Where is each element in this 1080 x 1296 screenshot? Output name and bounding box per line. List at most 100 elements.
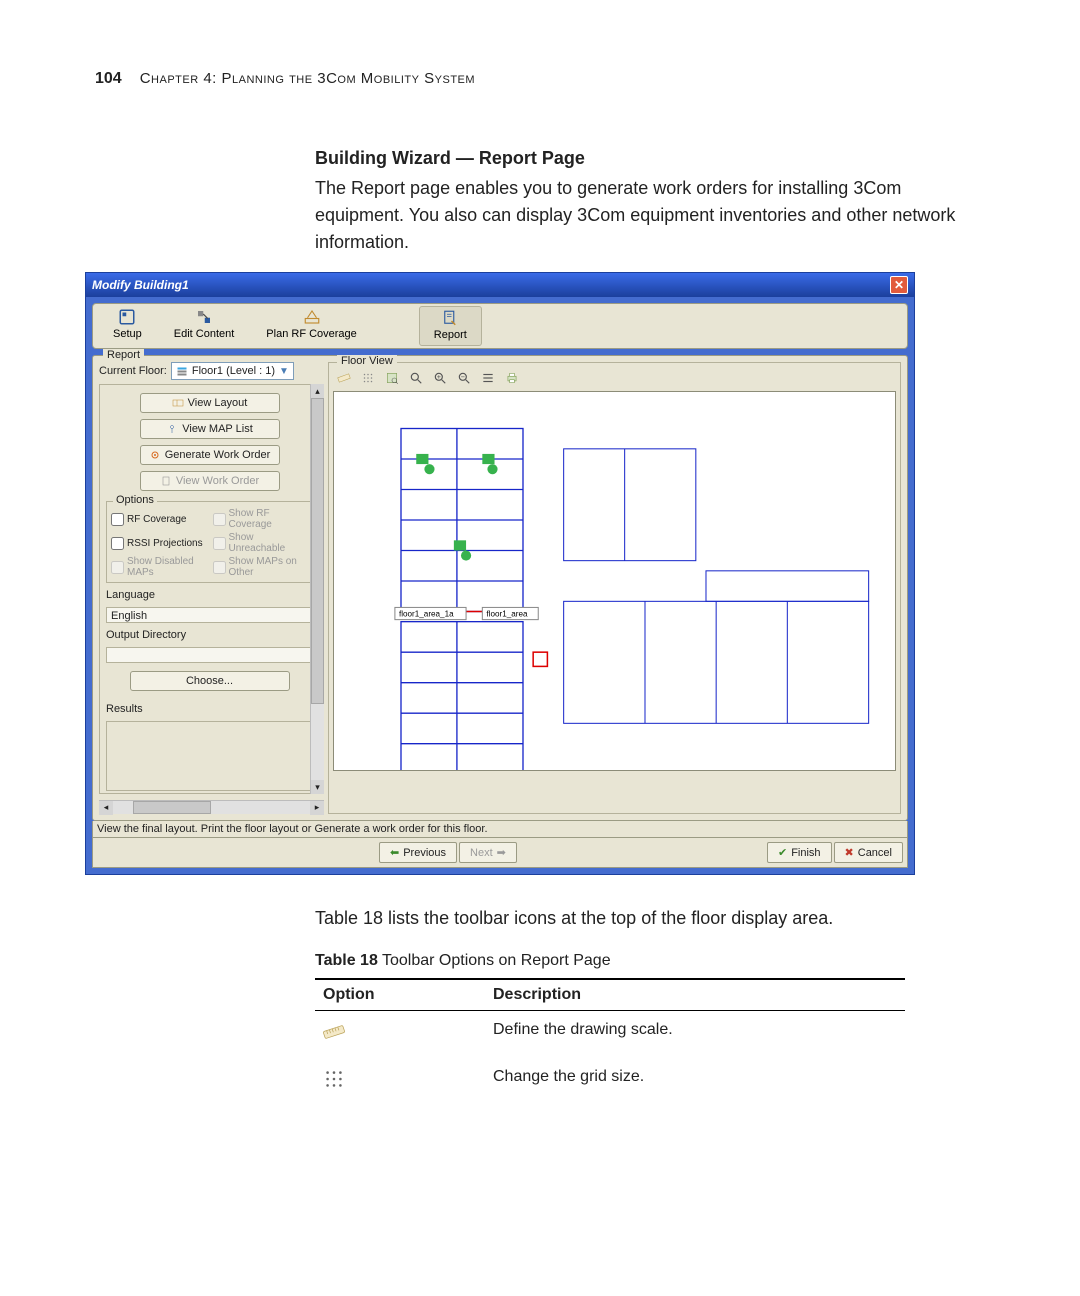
close-button[interactable]: ✕ bbox=[890, 276, 908, 294]
scroll-thumb[interactable] bbox=[311, 398, 324, 704]
tab-report-label: Report bbox=[434, 329, 467, 341]
view-map-list-button[interactable]: View MAP List bbox=[140, 419, 280, 439]
show-unreachable-label: Show Unreachable bbox=[229, 532, 309, 554]
chevron-down-icon: ▼ bbox=[279, 366, 289, 377]
scroll-left-icon[interactable]: ◂ bbox=[99, 801, 113, 815]
titlebar: Modify Building1 ✕ bbox=[86, 273, 914, 297]
next-button[interactable]: Next ➡ bbox=[459, 842, 517, 863]
scroll-down-icon[interactable]: ▾ bbox=[311, 780, 324, 794]
floor-view-toolbar bbox=[333, 367, 896, 391]
generate-work-order-label: Generate Work Order bbox=[165, 449, 271, 461]
ruler-icon[interactable] bbox=[335, 369, 353, 387]
view-work-order-label: View Work Order bbox=[176, 475, 259, 487]
report-icon bbox=[440, 309, 460, 327]
view-work-order-button[interactable]: View Work Order bbox=[140, 471, 280, 491]
list-icon[interactable] bbox=[479, 369, 497, 387]
floor-icon bbox=[176, 365, 188, 377]
current-floor-select[interactable]: Floor1 (Level : 1) ▼ bbox=[171, 362, 294, 380]
previous-button[interactable]: ⬅ Previous bbox=[379, 842, 457, 863]
floor-area-label-a: floor1_area_1a bbox=[399, 610, 454, 619]
tab-edit-content-label: Edit Content bbox=[174, 328, 235, 340]
arrow-right-icon: ➡ bbox=[497, 846, 506, 859]
table-caption: Table 18 Toolbar Options on Report Page bbox=[315, 952, 985, 970]
tab-plan-rf[interactable]: Plan RF Coverage bbox=[252, 306, 371, 346]
grid-dots-icon[interactable] bbox=[359, 369, 377, 387]
setup-icon bbox=[117, 308, 137, 326]
results-box bbox=[106, 721, 313, 791]
tab-report[interactable]: Report bbox=[419, 306, 482, 346]
output-directory-input[interactable] bbox=[106, 647, 313, 663]
rssi-projections-checkbox[interactable]: RSSI Projections bbox=[111, 532, 207, 554]
section-title: Building Wizard — Report Page bbox=[315, 148, 985, 169]
previous-label: Previous bbox=[403, 847, 446, 859]
choose-button[interactable]: Choose... bbox=[130, 671, 290, 691]
show-unreachable-checkbox: Show Unreachable bbox=[213, 532, 309, 554]
finish-label: Finish bbox=[791, 847, 820, 859]
hscroll-thumb[interactable] bbox=[133, 801, 212, 814]
show-maps-other-checkbox: Show MAPs on Other bbox=[213, 556, 309, 578]
arrow-left-icon: ⬅ bbox=[390, 846, 399, 859]
th-option: Option bbox=[315, 979, 485, 1011]
wizard-button-bar: ⬅ Previous Next ➡ ✔ Finish ✖Cancel bbox=[92, 838, 908, 868]
rf-coverage-label: RF Coverage bbox=[127, 514, 186, 525]
output-directory-label: Output Directory bbox=[106, 629, 313, 641]
floor-canvas[interactable]: floor1_area_1a floor1_area bbox=[333, 391, 896, 771]
below-paragraph: Table 18 lists the toolbar icons at the … bbox=[315, 905, 985, 932]
ruler-icon bbox=[323, 1021, 345, 1043]
finish-button[interactable]: ✔ Finish bbox=[767, 842, 832, 863]
intro-paragraph: The Report page enables you to generate … bbox=[315, 175, 985, 256]
page-number: 104 bbox=[95, 70, 122, 88]
window-title: Modify Building1 bbox=[92, 278, 189, 292]
tab-edit-content[interactable]: Edit Content bbox=[160, 306, 249, 346]
show-rf-coverage-checkbox: Show RF Coverage bbox=[213, 508, 309, 530]
tab-plan-rf-label: Plan RF Coverage bbox=[266, 328, 357, 340]
print-icon[interactable] bbox=[503, 369, 521, 387]
rf-coverage-checkbox[interactable]: RF Coverage bbox=[111, 508, 207, 530]
row-desc: Define the drawing scale. bbox=[485, 1011, 905, 1059]
generate-work-order-button[interactable]: Generate Work Order bbox=[140, 445, 280, 465]
report-legend: Report bbox=[103, 349, 144, 361]
toolbar-spacer bbox=[375, 306, 415, 346]
layout-icon bbox=[172, 397, 184, 409]
check-icon: ✔ bbox=[778, 846, 787, 859]
cancel-button[interactable]: ✖Cancel bbox=[834, 842, 903, 863]
doc-icon bbox=[160, 475, 172, 487]
floor-area-label-b: floor1_area bbox=[486, 610, 528, 619]
floorplan-svg: floor1_area_1a floor1_area bbox=[340, 398, 889, 771]
next-label: Next bbox=[470, 847, 493, 859]
zoom-in-icon[interactable] bbox=[431, 369, 449, 387]
gear-orange-icon bbox=[149, 449, 161, 461]
tab-setup-label: Setup bbox=[113, 328, 142, 340]
left-hscrollbar[interactable]: ◂ ▸ bbox=[99, 800, 324, 814]
zoom-fit-icon[interactable] bbox=[383, 369, 401, 387]
x-icon: ✖ bbox=[845, 846, 854, 859]
show-rf-coverage-label: Show RF Coverage bbox=[229, 508, 309, 530]
grid-dots-icon bbox=[323, 1068, 345, 1090]
table-caption-rest: Toolbar Options on Report Page bbox=[378, 952, 611, 969]
zoom-icon[interactable] bbox=[407, 369, 425, 387]
language-label: Language bbox=[106, 589, 313, 601]
current-floor-label: Current Floor: bbox=[99, 365, 167, 377]
edit-content-icon bbox=[194, 308, 214, 326]
choose-label: Choose... bbox=[186, 675, 233, 687]
status-bar: View the final layout. Print the floor l… bbox=[92, 821, 908, 838]
results-label: Results bbox=[106, 703, 313, 715]
view-layout-button[interactable]: View Layout bbox=[140, 393, 280, 413]
floor-view-label: Floor View bbox=[337, 355, 397, 367]
scroll-up-icon[interactable]: ▴ bbox=[311, 384, 324, 398]
options-legend: Options bbox=[113, 494, 157, 506]
language-input[interactable]: English bbox=[106, 607, 313, 623]
left-scrollbar[interactable]: ▴ ▾ bbox=[310, 384, 324, 794]
scroll-right-icon[interactable]: ▸ bbox=[310, 801, 324, 815]
report-panel: Report Current Floor: Floor1 (Level : 1)… bbox=[92, 355, 908, 821]
antenna-icon bbox=[166, 423, 178, 435]
zoom-out-icon[interactable] bbox=[455, 369, 473, 387]
view-map-list-label: View MAP List bbox=[182, 423, 253, 435]
tab-setup[interactable]: Setup bbox=[99, 306, 156, 346]
show-maps-other-label: Show MAPs on Other bbox=[229, 556, 309, 578]
row-desc: Change the grid size. bbox=[485, 1058, 905, 1105]
chapter-label: Chapter 4: Planning the 3Com Mobility Sy… bbox=[140, 70, 475, 87]
rssi-projections-label: RSSI Projections bbox=[127, 538, 203, 549]
show-disabled-maps-label: Show Disabled MAPs bbox=[127, 556, 207, 578]
app-window: Modify Building1 ✕ Setup Edit Content P bbox=[85, 272, 915, 875]
